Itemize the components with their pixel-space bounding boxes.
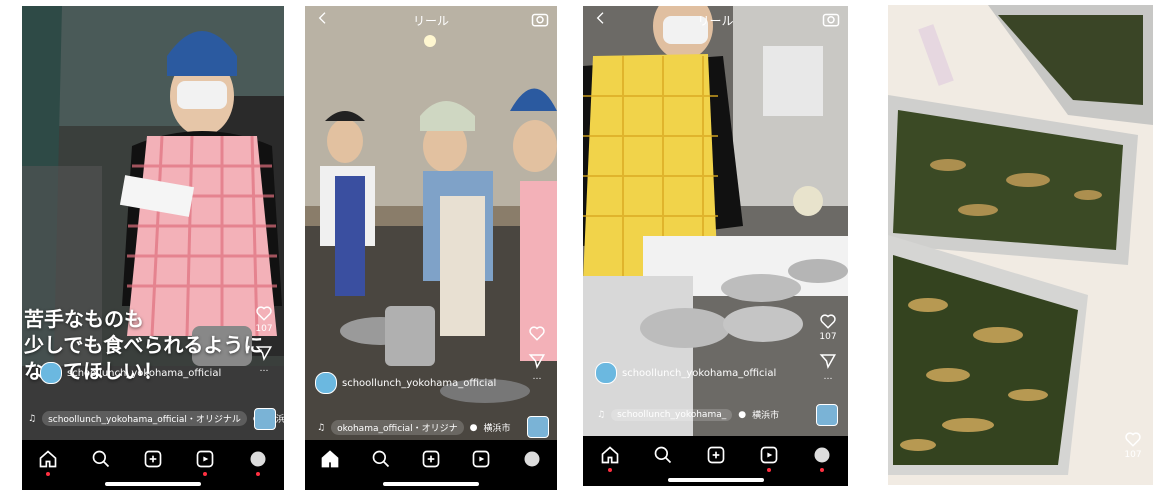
more-icon[interactable]: … [250,364,278,374]
reel-actions: 107 [1119,430,1147,470]
search-icon[interactable] [370,448,392,470]
reels-icon[interactable] [470,448,492,470]
user-row[interactable]: schoollunch_yokohama_official [40,362,221,384]
username[interactable]: schoollunch_yokohama_official [67,368,221,379]
bottom-nav [22,440,284,490]
camera-icon[interactable] [531,10,549,28]
reel-actions: 107 … [814,312,842,392]
heart-icon[interactable] [528,324,546,342]
audio-album-art[interactable] [254,408,276,430]
notification-dot [255,472,260,476]
more-icon[interactable]: … [814,372,842,382]
heart-icon[interactable] [255,304,273,322]
profile-icon[interactable] [247,448,269,476]
audio-album-art[interactable] [816,404,838,426]
audio-row[interactable]: ♫ okohama_official・オリジナ ● 横浜市 [317,420,511,435]
audio-label[interactable]: schoollunch_yokohama_ [611,408,733,421]
share-icon[interactable] [528,352,546,370]
notification-dot [607,468,612,472]
username[interactable]: schoollunch_yokohama_official [342,378,496,389]
food-photo[interactable] [888,5,1153,485]
bottom-nav [305,440,557,490]
like-count: 107 [255,324,273,334]
user-row[interactable]: schoollunch_yokohama_official [315,372,496,394]
heart-icon[interactable] [819,312,837,330]
location-pin-icon: ● [738,409,747,420]
like-count: 107 [1124,450,1142,460]
location-pin-icon: ● [469,422,478,433]
music-note-icon: ♫ [597,409,606,420]
avatar[interactable] [595,362,617,384]
like-count: 107 [819,332,837,342]
caption-line: 少しでも食べられるように [24,333,264,357]
music-note-icon: ♫ [317,422,326,433]
reel-screen-2: リール schoollunch_yokohama_official ♫ okoh… [305,6,557,490]
reels-header: リール [305,10,557,32]
notification-dot [46,472,51,476]
create-icon[interactable] [705,444,727,466]
reels-header: リール [583,10,848,32]
user-row[interactable]: schoollunch_yokohama_official [595,362,776,384]
share-icon[interactable] [255,344,273,362]
audio-row[interactable]: ♫ schoollunch_yokohama_ ● 横浜市 [597,408,779,421]
reel-screen-4: 107 [888,5,1153,485]
share-icon[interactable] [819,352,837,370]
reel-screen-1: 苦手なものも 少しでも食べられるように なってほしい！ schoollunch_… [22,6,284,490]
home-indicator [105,482,201,486]
back-arrow-icon[interactable] [593,10,609,26]
header-title: リール [697,14,734,28]
heart-icon[interactable] [1124,430,1142,448]
home-icon[interactable] [319,448,341,470]
audio-row[interactable]: ♫ schoollunch_yokohama_official・オリジナル ● … [28,411,284,426]
home-indicator [383,482,479,486]
search-icon[interactable] [90,448,112,470]
camera-icon[interactable] [822,10,840,28]
reels-icon[interactable] [194,448,216,476]
location-label[interactable]: 横浜市 [752,408,779,421]
create-icon[interactable] [142,448,164,470]
reel-actions: … [523,324,551,392]
caption-line: 苦手なものも [24,307,144,331]
avatar[interactable] [315,372,337,394]
home-icon[interactable] [37,448,59,476]
notification-dot [203,472,208,476]
audio-album-art[interactable] [527,416,549,438]
location-label[interactable]: 横浜市 [484,421,511,434]
back-arrow-icon[interactable] [315,10,331,26]
home-indicator [667,478,764,482]
audio-label[interactable]: schoollunch_yokohama_official・オリジナル [42,411,247,426]
profile-icon[interactable] [521,448,543,470]
avatar[interactable] [40,362,62,384]
bottom-nav [583,436,848,486]
reels-icon[interactable] [758,444,780,472]
notification-dot [766,468,771,472]
username[interactable]: schoollunch_yokohama_official [622,368,776,379]
header-title: リール [412,14,450,28]
music-note-icon: ♫ [28,413,37,424]
profile-icon[interactable] [811,444,833,472]
reel-screen-3: リール schoollunch_yokohama_official ♫ scho… [583,6,848,486]
home-icon[interactable] [599,444,621,472]
more-icon[interactable]: … [523,372,551,382]
audio-label[interactable]: okohama_official・オリジナ [331,420,464,435]
search-icon[interactable] [652,444,674,466]
create-icon[interactable] [420,448,442,470]
reel-actions: 107 … [250,304,278,384]
notification-dot [819,468,824,472]
